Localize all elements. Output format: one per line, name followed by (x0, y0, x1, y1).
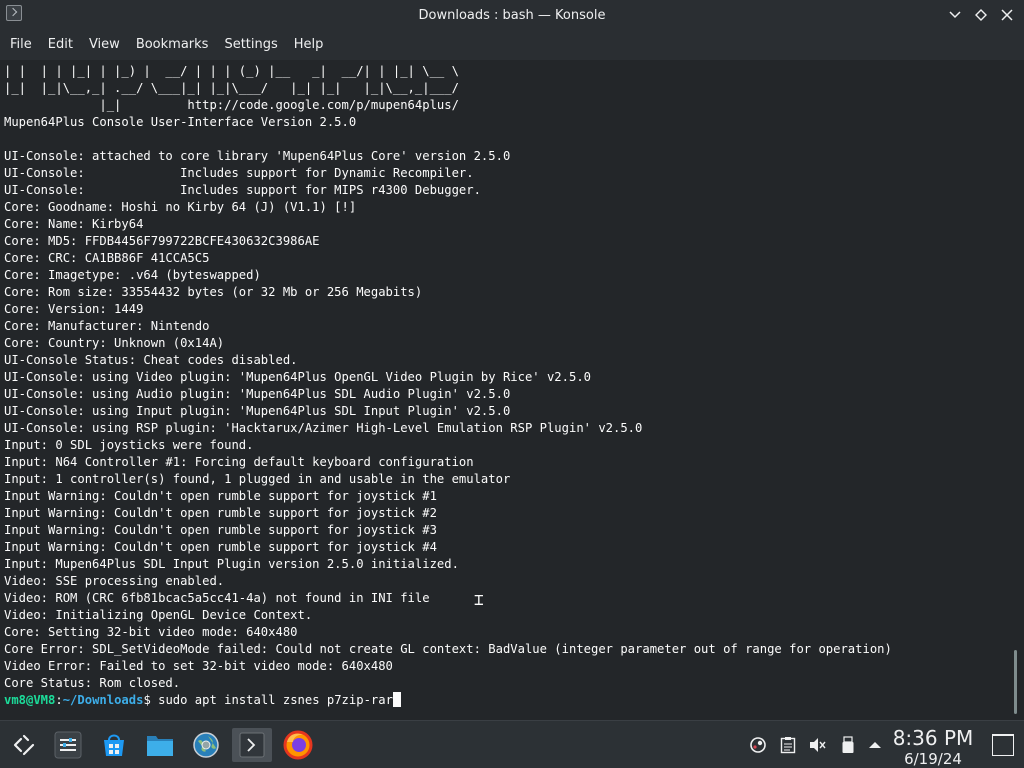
tray-steam[interactable] (748, 735, 768, 755)
clock-date: 6/19/24 (904, 750, 962, 768)
menu-bookmarks[interactable]: Bookmarks (128, 30, 217, 60)
prompt-line: vm8@VM8:~/Downloads$ sudo apt install zs… (4, 692, 1010, 709)
maximize-button[interactable] (972, 6, 990, 24)
restore-icon (975, 9, 987, 21)
terminal-line: UI-Console: attached to core library 'Mu… (4, 149, 511, 163)
terminal-line: |_| |_|\__,_| .__/ \___|_| |_|\___/ |_| … (4, 81, 459, 95)
menu-bar: File Edit View Bookmarks Settings Help (0, 30, 1024, 60)
terminal-line: Core: CRC: CA1BB86F 41CCA5C5 (4, 251, 210, 265)
terminal-output: | | | | |_| | |_) | __/ | | | (_) |__ _|… (4, 63, 1010, 709)
usb-device-icon (842, 736, 854, 753)
steam-icon (750, 737, 766, 753)
prompt-path: ~/Downloads (62, 693, 144, 707)
terminal-line: Core: Name: Kirby64 (4, 217, 144, 231)
terminal-line: Input Warning: Couldn't open rumble supp… (4, 506, 437, 520)
system-settings-launcher[interactable] (52, 729, 84, 761)
application-launcher-icon (13, 734, 35, 756)
terminal-line: |_| http://code.google.com/p/mupen64plus… (4, 98, 459, 112)
tray-usb-device[interactable] (838, 735, 858, 755)
clock-time: 8:36 PM (892, 726, 974, 750)
terminal-line: Core: MD5: FFDB4456F799722BCFE430632C398… (4, 234, 320, 248)
terminal-line: Input Warning: Couldn't open rumble supp… (4, 540, 437, 554)
menu-view[interactable]: View (81, 30, 128, 60)
terminal-line: Core Error: SDL_SetVideoMode failed: Cou… (4, 642, 892, 656)
terminal-line: Video Error: Failed to set 32-bit video … (4, 659, 393, 673)
terminal-line: Input Warning: Couldn't open rumble supp… (4, 523, 437, 537)
title-bar: Downloads : bash — Konsole (0, 0, 1024, 30)
chevron-down-icon (949, 11, 961, 19)
tray-expand-button[interactable] (865, 735, 885, 755)
terminal-line: UI-Console: using RSP plugin: 'Hacktarux… (4, 421, 643, 435)
scrollbar-thumb[interactable] (1014, 650, 1017, 714)
prompt-symbol: $ (143, 693, 151, 707)
scrollbar[interactable] (1014, 60, 1018, 715)
discover-store-icon (104, 734, 124, 756)
terminal-line: UI-Console Status: Cheat codes disabled. (4, 353, 298, 367)
file-manager-icon (147, 736, 173, 756)
terminal-line: Core: Goodname: Hoshi no Kirby 64 (J) (V… (4, 200, 357, 214)
tray-volume[interactable] (807, 735, 827, 755)
menu-edit[interactable]: Edit (40, 30, 81, 60)
file-manager-launcher[interactable] (144, 729, 176, 761)
typed-command: sudo apt install zsnes p7zip-rar (150, 693, 393, 707)
firefox-launcher[interactable] (282, 729, 314, 761)
close-icon (1001, 9, 1013, 21)
menu-help[interactable]: Help (286, 30, 332, 60)
terminal-line: Input: 0 SDL joysticks were found. (4, 438, 254, 452)
terminal-line: UI-Console: using Audio plugin: 'Mupen64… (4, 387, 511, 401)
prompt-separator: : (55, 693, 63, 707)
terminal-line: Video: SSE processing enabled. (4, 574, 225, 588)
window-title: Downloads : bash — Konsole (418, 7, 606, 23)
terminal-line: Core: Rom size: 33554432 bytes (or 32 Mb… (4, 285, 423, 299)
terminal-line: UI-Console: using Input plugin: 'Mupen64… (4, 404, 511, 418)
terminal-cursor (392, 692, 401, 707)
text-cursor-ibeam: ⌶ (474, 590, 484, 609)
terminal-line: Video: Initializing OpenGL Device Contex… (4, 608, 313, 622)
terminal-line: Input: N64 Controller #1: Forcing defaul… (4, 455, 474, 469)
terminal-line: UI-Console: Includes support for MIPS r4… (4, 183, 481, 197)
terminal-line: Core: Setting 32-bit video mode: 640x480 (4, 625, 298, 639)
terminal-line: Core: Country: Unknown (0x14A) (4, 336, 225, 350)
terminal-line: Core: Manufacturer: Nintendo (4, 319, 210, 333)
digital-clock[interactable]: 8:36 PM 6/19/24 (888, 726, 978, 768)
konsole-app-icon[interactable] (6, 5, 22, 21)
terminal-line: Input Warning: Couldn't open rumble supp… (4, 489, 437, 503)
terminal-line: | | | | |_| | |_) | __/ | | | (_) |__ _|… (4, 64, 459, 78)
tray-clipboard[interactable] (778, 735, 798, 755)
tray-expand-icon (869, 742, 881, 748)
terminal-line: Core: Imagetype: .v64 (byteswapped) (4, 268, 261, 282)
terminal-line: Input: Mupen64Plus SDL Input Plugin vers… (4, 557, 459, 571)
terminal-line: Video: ROM (CRC 6fb81bcac5a5cc41-4a) not… (4, 591, 430, 605)
system-settings-icon (54, 731, 82, 759)
konsole-task[interactable] (232, 728, 272, 762)
network-globe-icon (193, 732, 219, 758)
application-launcher[interactable] (8, 729, 40, 761)
firefox-icon (283, 730, 313, 760)
konsole-terminal-icon (239, 732, 265, 758)
menu-file[interactable]: File (2, 30, 40, 60)
close-button[interactable] (998, 6, 1016, 24)
terminal-line: UI-Console: using Video plugin: 'Mupen64… (4, 370, 591, 384)
terminal-line: Core: Version: 1449 (4, 302, 144, 316)
prompt-user: vm8@VM8 (4, 693, 56, 707)
terminal-line: UI-Console: Includes support for Dynamic… (4, 166, 474, 180)
terminal-line: Core Status: Rom closed. (4, 676, 181, 690)
volume-muted-icon (810, 738, 826, 752)
minimize-button[interactable] (946, 6, 964, 24)
taskbar: 8:36 PM 6/19/24 (0, 720, 1024, 768)
network-launcher[interactable] (190, 729, 222, 761)
terminal-line: Mupen64Plus Console User-Interface Versi… (4, 115, 357, 129)
terminal-line: Input: 1 controller(s) found, 1 plugged … (4, 472, 511, 486)
discover-store-launcher[interactable] (98, 729, 130, 761)
terminal-view[interactable]: | | | | |_| | |_) | __/ | | | (_) |__ _|… (0, 60, 1024, 720)
window-controls (946, 0, 1016, 30)
show-desktop-button[interactable] (992, 734, 1014, 756)
clipboard-icon (780, 737, 796, 754)
menu-settings[interactable]: Settings (216, 30, 285, 60)
